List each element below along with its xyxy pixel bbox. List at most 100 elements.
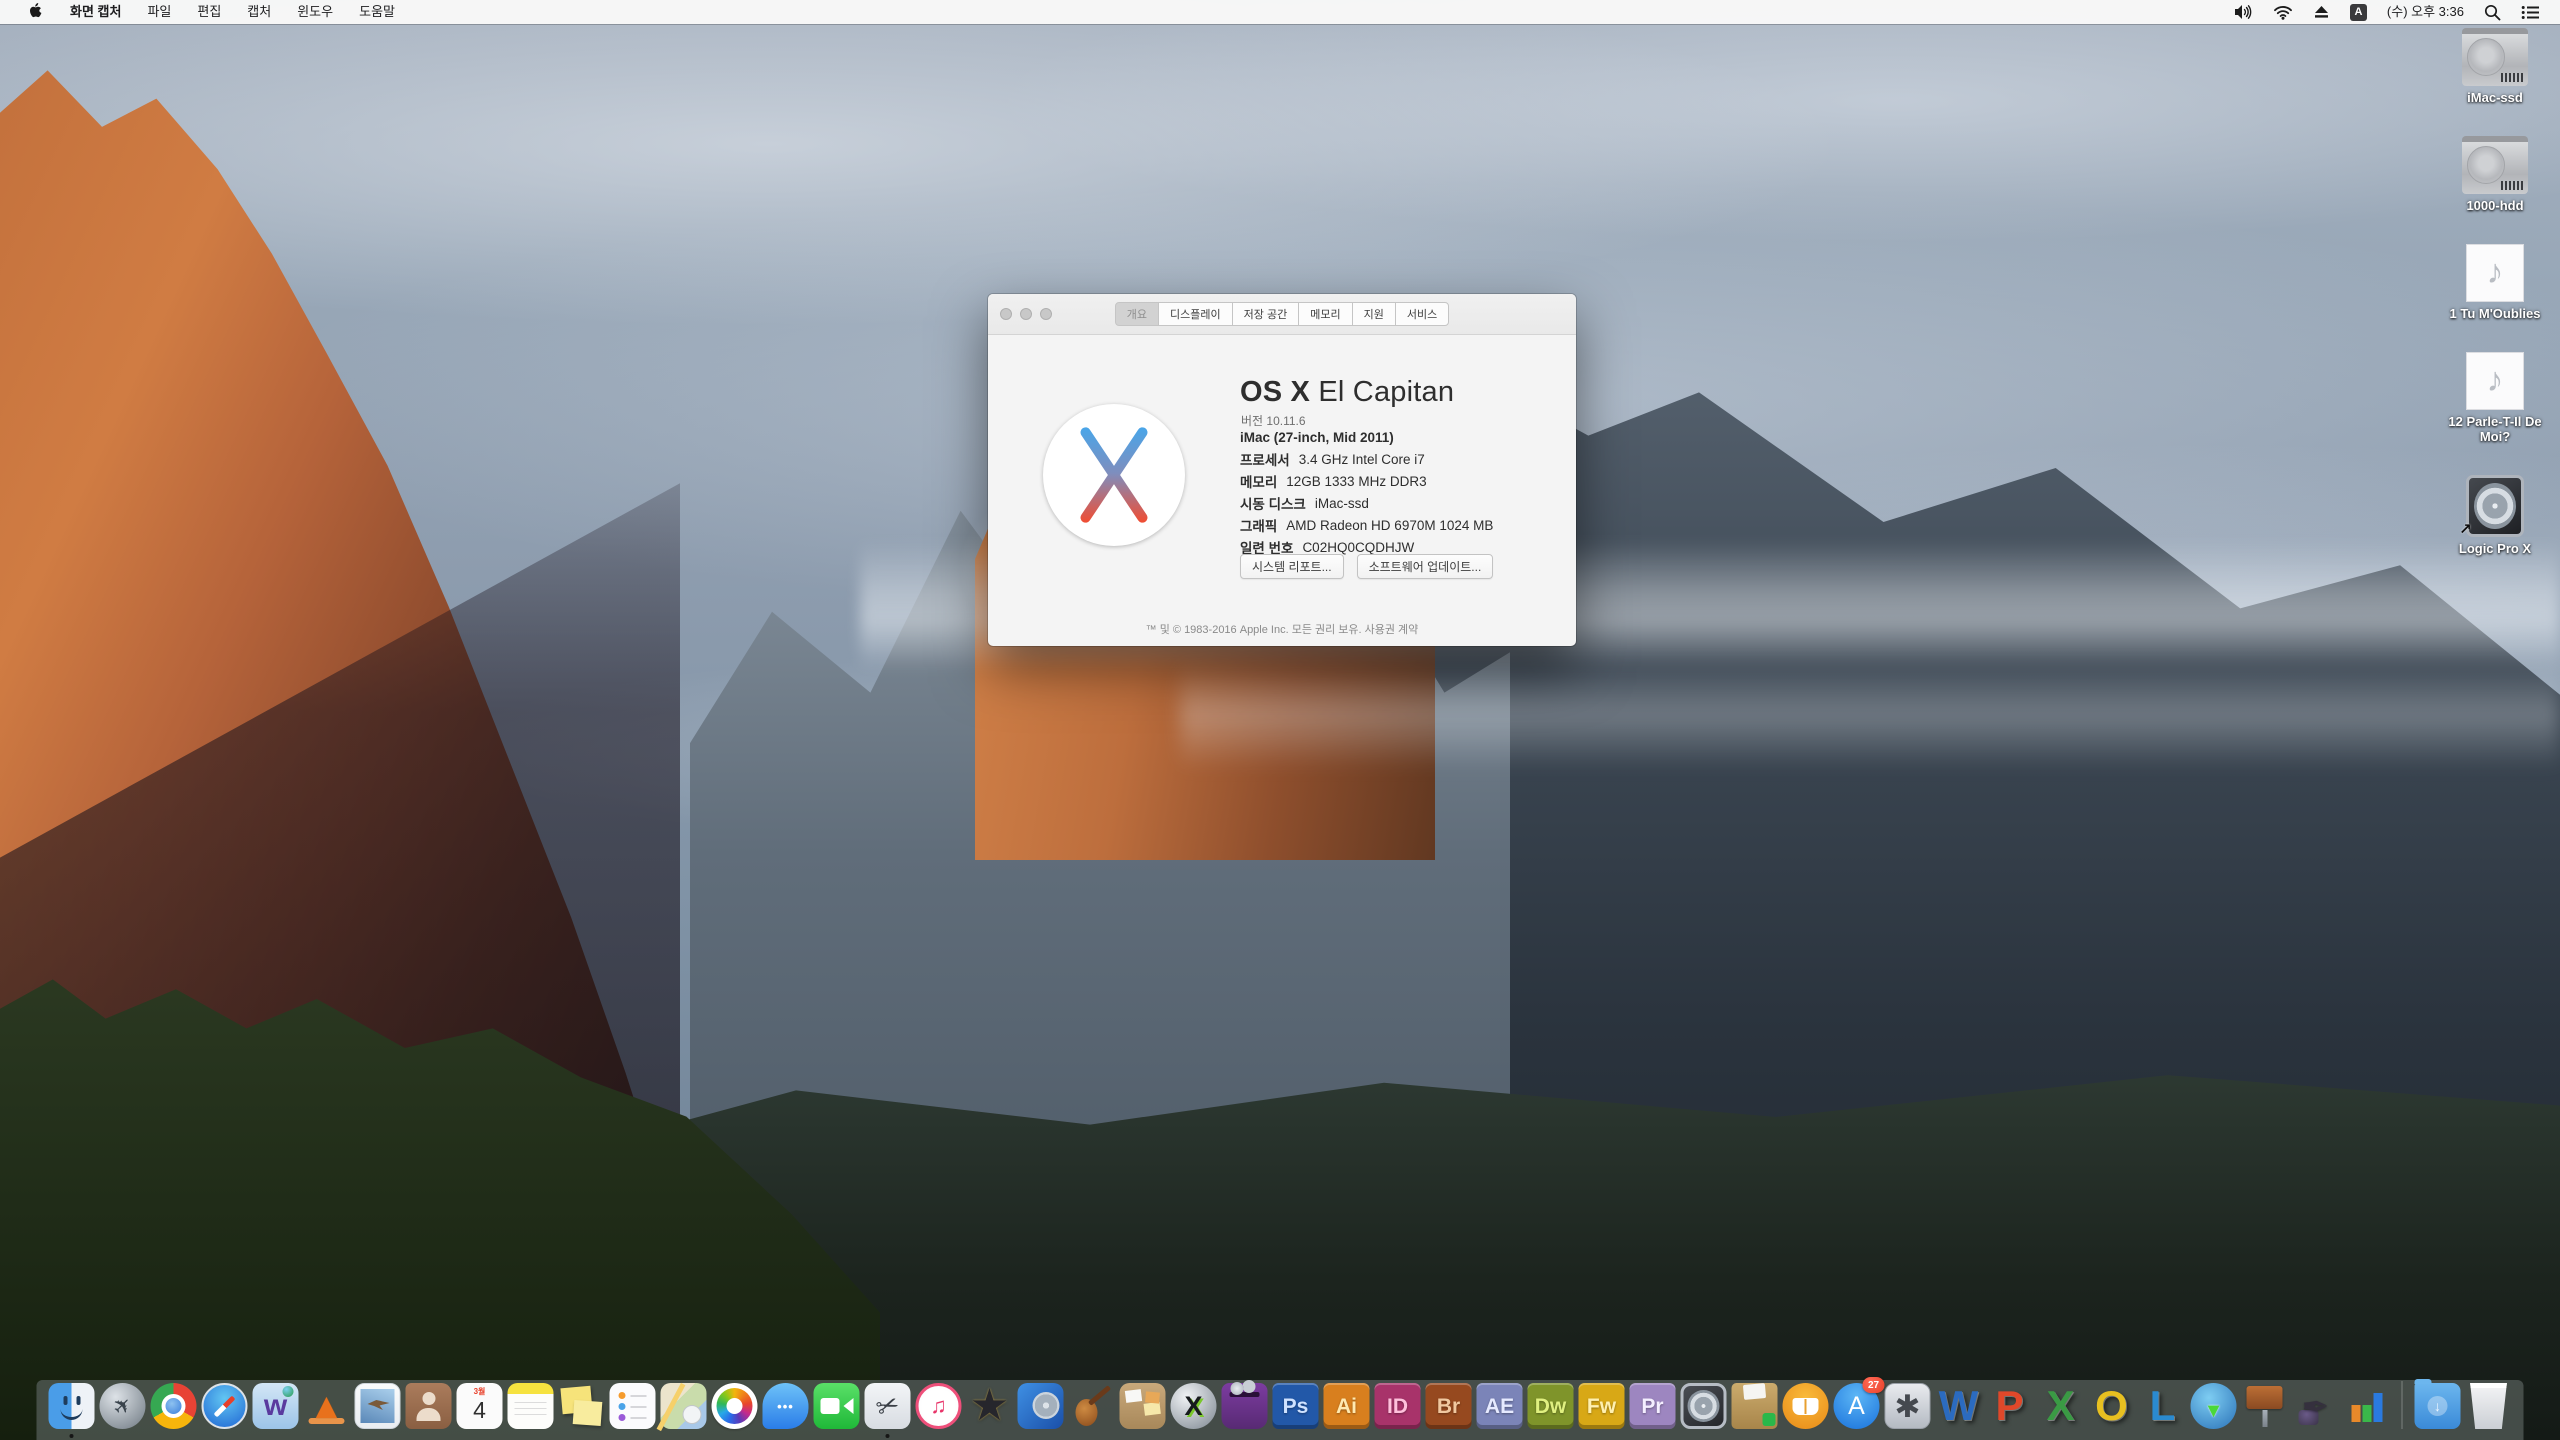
dock-system-preferences[interactable]: ✱ bbox=[1885, 1383, 1931, 1429]
dock-wmv-player[interactable]: w bbox=[253, 1383, 299, 1429]
dock-maps[interactable] bbox=[661, 1383, 707, 1429]
system-report-button[interactable]: 시스템 리포트... bbox=[1240, 554, 1344, 579]
window-titlebar[interactable]: 개요디스플레이저장 공간메모리지원서비스 bbox=[988, 294, 1576, 335]
dock-download-manager[interactable]: ▼ bbox=[2191, 1383, 2237, 1429]
dock-ibooks[interactable] bbox=[1783, 1383, 1829, 1429]
menu-window[interactable]: 윈도우 bbox=[284, 0, 346, 24]
dock-pages[interactable]: ✒ bbox=[2293, 1383, 2339, 1429]
bridge-icon: Br bbox=[1426, 1383, 1472, 1429]
software-update-button[interactable]: 소프트웨어 업데이트... bbox=[1357, 554, 1494, 579]
indesign-icon: ID bbox=[1375, 1383, 1421, 1429]
zoom-button[interactable] bbox=[1040, 308, 1052, 320]
desktop-icon-1000-hdd[interactable]: 1000-hdd bbox=[2436, 136, 2554, 214]
os-x-logo bbox=[1043, 404, 1185, 546]
logic-pro-x-icon bbox=[1681, 1383, 1727, 1429]
notes-icon bbox=[508, 1383, 554, 1429]
hardware-specs: iMac (27-inch, Mid 2011)프로세서3.4 GHz Inte… bbox=[1240, 426, 1493, 558]
eject-icon[interactable] bbox=[2303, 5, 2340, 19]
menu-help[interactable]: 도움말 bbox=[346, 0, 408, 24]
dock-keynote[interactable] bbox=[2242, 1383, 2288, 1429]
dock-dreamweaver[interactable]: Dw bbox=[1528, 1383, 1574, 1429]
vlc-icon: ▲ bbox=[304, 1383, 350, 1429]
spotlight-search-icon[interactable] bbox=[2474, 4, 2511, 21]
dock-stickies[interactable] bbox=[559, 1383, 605, 1429]
dock-x-media-app[interactable]: X bbox=[1171, 1383, 1217, 1429]
tab-displays[interactable]: 디스플레이 bbox=[1158, 302, 1233, 326]
fireworks-icon: Fw bbox=[1579, 1383, 1625, 1429]
dock-dvd-player[interactable] bbox=[1018, 1383, 1064, 1429]
desktop-icon-column: iMac-ssd 1000-hdd ♪1 Tu M'Oublies ♪12 Parle… bbox=[2436, 28, 2554, 587]
dock-illustrator[interactable]: Ai bbox=[1324, 1383, 1370, 1429]
powerpoint-icon: P bbox=[1987, 1383, 2033, 1429]
dock-downloads-folder[interactable] bbox=[2415, 1383, 2461, 1429]
dock-notes[interactable] bbox=[508, 1383, 554, 1429]
spec-value: iMac-ssd bbox=[1315, 496, 1369, 511]
dock-photo-collage-board[interactable] bbox=[1120, 1383, 1166, 1429]
imovie-icon: ★ bbox=[967, 1383, 1013, 1429]
dock-itunes[interactable]: ♫ bbox=[916, 1383, 962, 1429]
menu-edit[interactable]: 편집 bbox=[184, 0, 234, 24]
menu-clock[interactable]: (수) 오후 3:36 bbox=[2377, 0, 2474, 24]
menu-capture[interactable]: 캡처 bbox=[234, 0, 284, 24]
close-button[interactable] bbox=[1000, 308, 1012, 320]
tab-service[interactable]: 서비스 bbox=[1395, 302, 1449, 326]
dock-numbers[interactable] bbox=[2344, 1383, 2390, 1429]
desktop-icon-logic-pro-x-alias[interactable]: ↗Logic Pro X bbox=[2436, 475, 2554, 557]
dock-photoshop[interactable]: Ps bbox=[1273, 1383, 1319, 1429]
dock-vlc[interactable]: ▲ bbox=[304, 1383, 350, 1429]
x-media-app-icon: X bbox=[1171, 1383, 1217, 1429]
dock-after-effects[interactable]: AE bbox=[1477, 1383, 1523, 1429]
notification-center-icon[interactable] bbox=[2511, 5, 2550, 20]
dock-reminders[interactable] bbox=[610, 1383, 656, 1429]
dock-lync[interactable]: L bbox=[2140, 1383, 2186, 1429]
tab-storage[interactable]: 저장 공간 bbox=[1232, 302, 1300, 326]
minimize-button[interactable] bbox=[1020, 308, 1032, 320]
dock-facetime[interactable] bbox=[814, 1383, 860, 1429]
drive-icon bbox=[2462, 136, 2528, 194]
toast-titanium-icon bbox=[1222, 1383, 1268, 1429]
desktop-icon-imac-ssd[interactable]: iMac-ssd bbox=[2436, 28, 2554, 106]
dock-fireworks[interactable]: Fw bbox=[1579, 1383, 1625, 1429]
menu-file[interactable]: 파일 bbox=[134, 0, 184, 24]
spec-value: 12GB 1333 MHz DDR3 bbox=[1286, 474, 1426, 489]
model-name: iMac (27-inch, Mid 2011) bbox=[1240, 426, 1493, 448]
tab-memory[interactable]: 메모리 bbox=[1298, 302, 1352, 326]
dock-grab-screen-capture[interactable]: ✂ bbox=[865, 1383, 911, 1429]
tab-support[interactable]: 지원 bbox=[1352, 302, 1396, 326]
desktop-icon-audio-1-tu-m-oublies[interactable]: ♪1 Tu M'Oublies bbox=[2436, 244, 2554, 322]
tab-overview[interactable]: 개요 bbox=[1115, 302, 1159, 326]
dock-excel[interactable]: X bbox=[2038, 1383, 2084, 1429]
wifi-icon[interactable] bbox=[2263, 5, 2303, 20]
dock-logic-pro-x[interactable] bbox=[1681, 1383, 1727, 1429]
input-source-menu[interactable]: A bbox=[2340, 4, 2377, 21]
dock-photos[interactable] bbox=[712, 1383, 758, 1429]
dock-launchpad[interactable]: ✈ bbox=[100, 1383, 146, 1429]
dock-powerpoint[interactable]: P bbox=[1987, 1383, 2033, 1429]
dock-indesign[interactable]: ID bbox=[1375, 1383, 1421, 1429]
dock-trash[interactable] bbox=[2466, 1383, 2512, 1429]
dock-chrome[interactable] bbox=[151, 1383, 197, 1429]
dock-stuffit-expander[interactable] bbox=[1732, 1383, 1778, 1429]
dock-mail[interactable] bbox=[355, 1383, 401, 1429]
dock-premiere[interactable]: Pr bbox=[1630, 1383, 1676, 1429]
volume-icon[interactable] bbox=[2223, 4, 2263, 20]
menu-bar: 화면 캡처 파일편집캡처윈도우도움말 A (수) 오후 3:36 bbox=[0, 0, 2560, 24]
dock-calendar[interactable]: 43월 bbox=[457, 1383, 503, 1429]
dock-bridge[interactable]: Br bbox=[1426, 1383, 1472, 1429]
dock-garageband[interactable] bbox=[1069, 1383, 1115, 1429]
dock-imovie[interactable]: ★ bbox=[967, 1383, 1013, 1429]
desktop-icon-audio-12-parle-t-il-de-moi[interactable]: ♪12 Parle-T-Il De Moi? bbox=[2436, 352, 2554, 445]
dvd-player-icon bbox=[1018, 1383, 1064, 1429]
dock-messages[interactable]: ••• bbox=[763, 1383, 809, 1429]
dock-toast-titanium[interactable] bbox=[1222, 1383, 1268, 1429]
dock-finder[interactable] bbox=[49, 1383, 95, 1429]
dock-word[interactable]: W bbox=[1936, 1383, 1982, 1429]
dock-outlook[interactable]: O bbox=[2089, 1383, 2135, 1429]
dock-safari[interactable] bbox=[202, 1383, 248, 1429]
alias-arrow-badge: ↗ bbox=[2459, 520, 2472, 538]
apple-menu[interactable] bbox=[14, 2, 57, 22]
dock-contacts[interactable] bbox=[406, 1383, 452, 1429]
menu-app-name[interactable]: 화면 캡처 bbox=[57, 0, 134, 24]
keynote-icon bbox=[2242, 1383, 2288, 1429]
dock-app-store[interactable]: A27 bbox=[1834, 1383, 1880, 1429]
